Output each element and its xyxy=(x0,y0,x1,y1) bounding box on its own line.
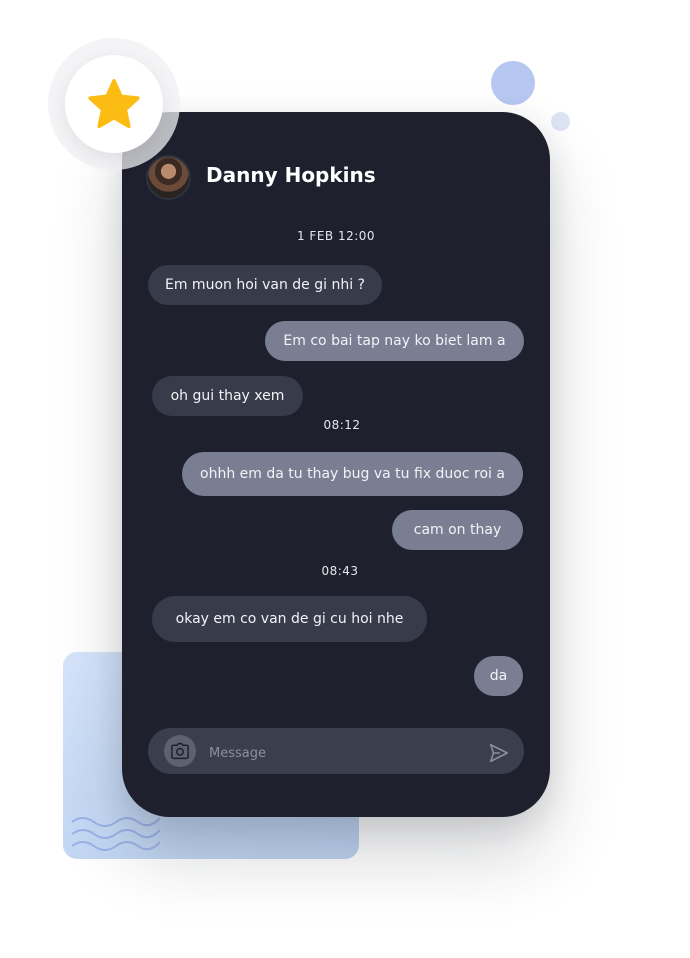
message-bubble-outgoing: cam on thay xyxy=(392,510,523,550)
decorative-dot-large xyxy=(491,61,535,105)
message-bubble-outgoing: da xyxy=(474,656,523,696)
timestamp: 1 FEB 12:00 xyxy=(296,229,376,243)
timestamp: 08:12 xyxy=(323,418,361,432)
star-badge xyxy=(65,55,163,153)
message-bubble-outgoing: ohhh em da tu thay bug va tu fix duoc ro… xyxy=(182,452,523,496)
contact-name: Danny Hopkins xyxy=(206,163,376,187)
message-bubble-incoming: okay em co van de gi cu hoi nhe xyxy=(152,596,427,642)
message-input[interactable] xyxy=(207,738,481,768)
send-icon xyxy=(489,743,509,763)
message-bubble-incoming: Em muon hoi van de gi nhi ? xyxy=(148,265,382,305)
star-icon xyxy=(88,79,140,129)
avatar[interactable] xyxy=(146,155,191,200)
send-button[interactable] xyxy=(486,740,512,766)
decorative-dot-small xyxy=(551,112,570,131)
wave-lines-decoration xyxy=(71,817,160,851)
timestamp: 08:43 xyxy=(321,564,359,578)
camera-button[interactable] xyxy=(164,735,196,767)
message-bubble-incoming: oh gui thay xem xyxy=(152,376,303,416)
camera-icon xyxy=(171,742,189,760)
message-bubble-outgoing: Em co bai tap nay ko biet lam a xyxy=(265,321,524,361)
